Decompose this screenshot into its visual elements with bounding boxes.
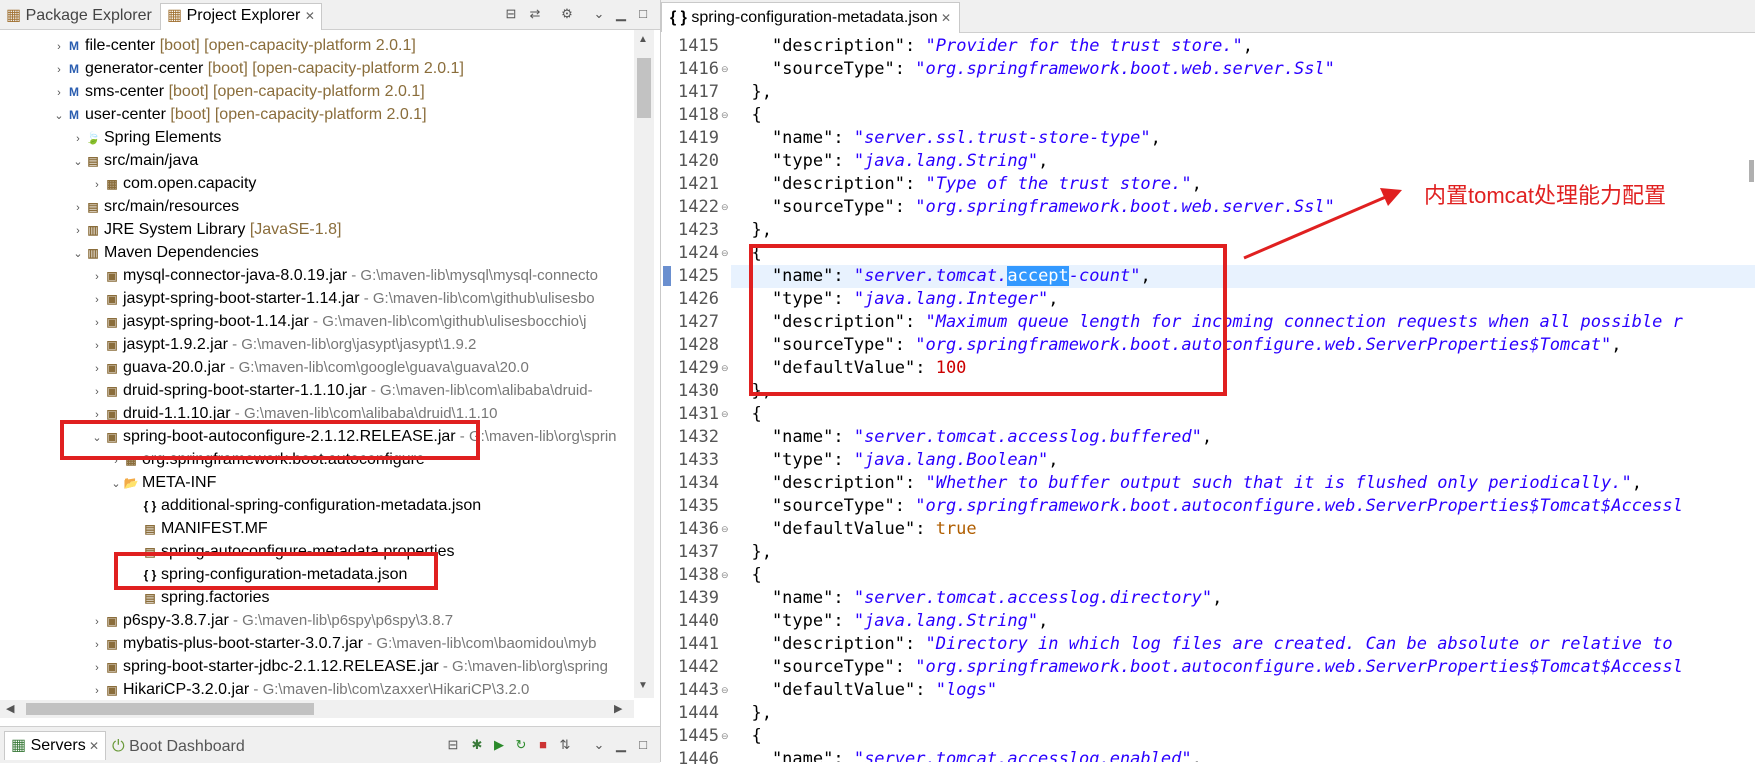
annotation-text: 内置tomcat处理能力配置: [1424, 183, 1667, 208]
annotation-arrow: [1243, 188, 1402, 260]
